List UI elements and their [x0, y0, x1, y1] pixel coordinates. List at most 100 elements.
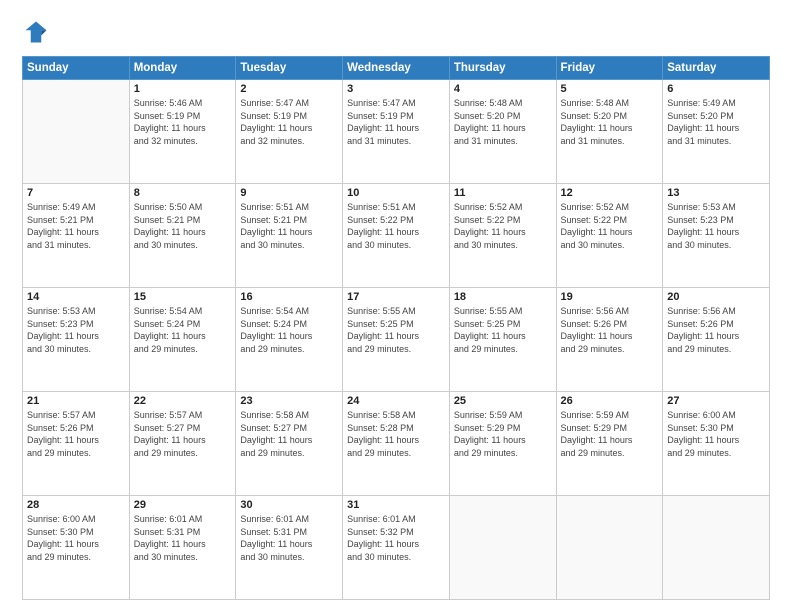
calendar-cell — [663, 496, 770, 600]
day-number: 25 — [454, 395, 552, 407]
day-number: 13 — [667, 187, 765, 199]
day-number: 27 — [667, 395, 765, 407]
weekday-header-friday: Friday — [556, 57, 663, 80]
day-info: Sunrise: 5:53 AM Sunset: 5:23 PM Dayligh… — [27, 305, 125, 355]
day-number: 15 — [134, 291, 232, 303]
calendar-cell: 17Sunrise: 5:55 AM Sunset: 5:25 PM Dayli… — [343, 288, 450, 392]
day-info: Sunrise: 5:58 AM Sunset: 5:28 PM Dayligh… — [347, 409, 445, 459]
calendar-cell: 10Sunrise: 5:51 AM Sunset: 5:22 PM Dayli… — [343, 184, 450, 288]
calendar-cell: 8 Sunrise: 5:50 AM Sunset: 5:21 PM Daylig… — [129, 184, 236, 288]
weekday-header-thursday: Thursday — [449, 57, 556, 80]
calendar-cell: 12 Sunrise: 5:52 AM Sunset: 5:22 PM Dayli… — [556, 184, 663, 288]
weekday-header-saturday: Saturday — [663, 57, 770, 80]
day-number: 1 — [134, 83, 232, 95]
day-number: 2 — [240, 83, 338, 95]
calendar-cell — [556, 496, 663, 600]
day-info: Sunrise: 5:48 AM Sunset: 5:20 PM Dayligh… — [561, 97, 659, 147]
logo-icon — [22, 18, 50, 46]
logo — [22, 18, 54, 46]
calendar-cell: 20 Sunrise: 5:56 AM Sunset: 5:26 PM Dayli… — [663, 288, 770, 392]
calendar-table: SundayMondayTuesdayWednesdayThursdayFrid… — [22, 56, 770, 600]
page: SundayMondayTuesdayWednesdayThursdayFrid… — [0, 0, 792, 612]
day-info: Sunrise: 6:01 AM Sunset: 5:31 PM Dayligh… — [240, 513, 338, 563]
day-number: 12 — [561, 187, 659, 199]
calendar-cell: 2 Sunrise: 5:47 AM Sunset: 5:19 PM Daylig… — [236, 80, 343, 184]
day-info: Sunrise: 5:56 AM Sunset: 5:26 PM Dayligh… — [667, 305, 765, 355]
day-number: 19 — [561, 291, 659, 303]
day-info: Sunrise: 6:00 AM Sunset: 5:30 PM Dayligh… — [27, 513, 125, 563]
calendar-cell: 27 Sunrise: 6:00 AM Sunset: 5:30 PM Dayli… — [663, 392, 770, 496]
day-info: Sunrise: 6:00 AM Sunset: 5:30 PM Dayligh… — [667, 409, 765, 459]
calendar-cell: 29Sunrise: 6:01 AM Sunset: 5:31 PM Dayli… — [129, 496, 236, 600]
calendar-cell: 11 Sunrise: 5:52 AM Sunset: 5:22 PM Dayli… — [449, 184, 556, 288]
calendar-cell: 6 Sunrise: 5:49 AM Sunset: 5:20 PM Daylig… — [663, 80, 770, 184]
day-info: Sunrise: 5:58 AM Sunset: 5:27 PM Dayligh… — [240, 409, 338, 459]
day-info: Sunrise: 5:47 AM Sunset: 5:19 PM Dayligh… — [240, 97, 338, 147]
calendar-cell: 14 Sunrise: 5:53 AM Sunset: 5:23 PM Dayli… — [23, 288, 130, 392]
day-number: 30 — [240, 499, 338, 511]
calendar-cell: 16 Sunrise: 5:54 AM Sunset: 5:24 PM Dayli… — [236, 288, 343, 392]
day-number: 31 — [347, 499, 445, 511]
day-info: Sunrise: 5:53 AM Sunset: 5:23 PM Dayligh… — [667, 201, 765, 251]
calendar-cell: 21 Sunrise: 5:57 AM Sunset: 5:26 PM Dayli… — [23, 392, 130, 496]
day-number: 6 — [667, 83, 765, 95]
day-info: Sunrise: 5:55 AM Sunset: 5:25 PM Dayligh… — [454, 305, 552, 355]
calendar-cell: 4 Sunrise: 5:48 AM Sunset: 5:20 PM Daylig… — [449, 80, 556, 184]
day-number: 11 — [454, 187, 552, 199]
calendar-cell: 26 Sunrise: 5:59 AM Sunset: 5:29 PM Dayli… — [556, 392, 663, 496]
day-info: Sunrise: 5:52 AM Sunset: 5:22 PM Dayligh… — [454, 201, 552, 251]
calendar-cell: 19 Sunrise: 5:56 AM Sunset: 5:26 PM Dayli… — [556, 288, 663, 392]
weekday-header-wednesday: Wednesday — [343, 57, 450, 80]
day-info: Sunrise: 5:59 AM Sunset: 5:29 PM Dayligh… — [454, 409, 552, 459]
calendar-week-5: 28Sunrise: 6:00 AM Sunset: 5:30 PM Dayli… — [23, 496, 770, 600]
day-info: Sunrise: 5:51 AM Sunset: 5:22 PM Dayligh… — [347, 201, 445, 251]
day-info: Sunrise: 5:57 AM Sunset: 5:27 PM Dayligh… — [134, 409, 232, 459]
day-number: 26 — [561, 395, 659, 407]
day-number: 4 — [454, 83, 552, 95]
day-info: Sunrise: 5:56 AM Sunset: 5:26 PM Dayligh… — [561, 305, 659, 355]
calendar-cell: 23Sunrise: 5:58 AM Sunset: 5:27 PM Dayli… — [236, 392, 343, 496]
day-number: 16 — [240, 291, 338, 303]
weekday-header-row: SundayMondayTuesdayWednesdayThursdayFrid… — [23, 57, 770, 80]
calendar-cell: 3Sunrise: 5:47 AM Sunset: 5:19 PM Daylig… — [343, 80, 450, 184]
header — [22, 18, 770, 46]
day-number: 24 — [347, 395, 445, 407]
calendar-cell: 5 Sunrise: 5:48 AM Sunset: 5:20 PM Daylig… — [556, 80, 663, 184]
day-number: 5 — [561, 83, 659, 95]
day-info: Sunrise: 5:49 AM Sunset: 5:20 PM Dayligh… — [667, 97, 765, 147]
calendar-cell: 15 Sunrise: 5:54 AM Sunset: 5:24 PM Dayli… — [129, 288, 236, 392]
day-number: 17 — [347, 291, 445, 303]
calendar-cell — [449, 496, 556, 600]
day-number: 8 — [134, 187, 232, 199]
day-info: Sunrise: 5:47 AM Sunset: 5:19 PM Dayligh… — [347, 97, 445, 147]
calendar-cell: 28Sunrise: 6:00 AM Sunset: 5:30 PM Dayli… — [23, 496, 130, 600]
weekday-header-tuesday: Tuesday — [236, 57, 343, 80]
calendar-cell: 30 Sunrise: 6:01 AM Sunset: 5:31 PM Dayli… — [236, 496, 343, 600]
day-info: Sunrise: 5:54 AM Sunset: 5:24 PM Dayligh… — [240, 305, 338, 355]
calendar-cell: 13 Sunrise: 5:53 AM Sunset: 5:23 PM Dayli… — [663, 184, 770, 288]
day-info: Sunrise: 5:48 AM Sunset: 5:20 PM Dayligh… — [454, 97, 552, 147]
day-number: 9 — [240, 187, 338, 199]
calendar-week-1: 1 Sunrise: 5:46 AM Sunset: 5:19 PM Daylig… — [23, 80, 770, 184]
day-number: 18 — [454, 291, 552, 303]
day-number: 20 — [667, 291, 765, 303]
calendar-cell: 1 Sunrise: 5:46 AM Sunset: 5:19 PM Daylig… — [129, 80, 236, 184]
day-number: 7 — [27, 187, 125, 199]
day-info: Sunrise: 5:54 AM Sunset: 5:24 PM Dayligh… — [134, 305, 232, 355]
calendar-week-4: 21 Sunrise: 5:57 AM Sunset: 5:26 PM Dayli… — [23, 392, 770, 496]
day-number: 29 — [134, 499, 232, 511]
day-number: 21 — [27, 395, 125, 407]
weekday-header-sunday: Sunday — [23, 57, 130, 80]
day-info: Sunrise: 5:59 AM Sunset: 5:29 PM Dayligh… — [561, 409, 659, 459]
day-info: Sunrise: 5:46 AM Sunset: 5:19 PM Dayligh… — [134, 97, 232, 147]
calendar-cell: 31 Sunrise: 6:01 AM Sunset: 5:32 PM Dayli… — [343, 496, 450, 600]
day-info: Sunrise: 5:50 AM Sunset: 5:21 PM Dayligh… — [134, 201, 232, 251]
calendar-week-3: 14 Sunrise: 5:53 AM Sunset: 5:23 PM Dayli… — [23, 288, 770, 392]
day-info: Sunrise: 5:57 AM Sunset: 5:26 PM Dayligh… — [27, 409, 125, 459]
day-info: Sunrise: 6:01 AM Sunset: 5:32 PM Dayligh… — [347, 513, 445, 563]
day-number: 14 — [27, 291, 125, 303]
calendar-cell: 9Sunrise: 5:51 AM Sunset: 5:21 PM Daylig… — [236, 184, 343, 288]
day-info: Sunrise: 5:52 AM Sunset: 5:22 PM Dayligh… — [561, 201, 659, 251]
calendar-cell — [23, 80, 130, 184]
calendar-cell: 18 Sunrise: 5:55 AM Sunset: 5:25 PM Dayli… — [449, 288, 556, 392]
